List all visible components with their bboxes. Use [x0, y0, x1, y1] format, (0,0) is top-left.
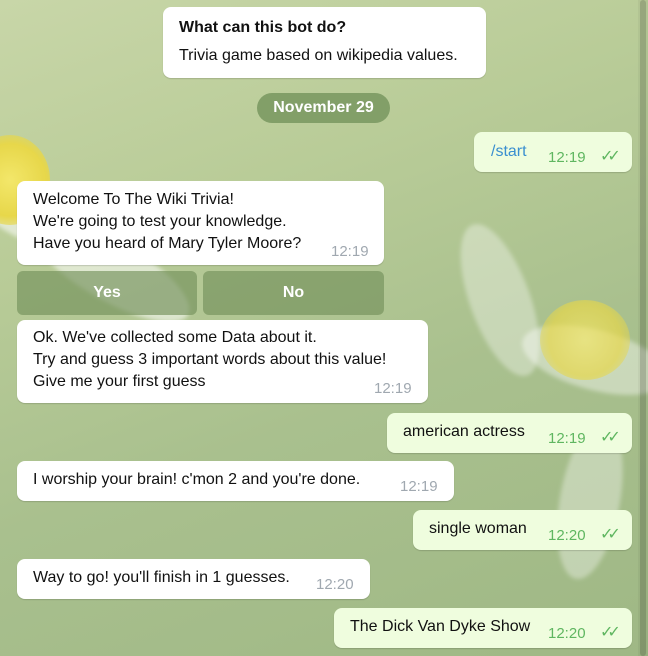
bot-info-description: Trivia game based on wikipedia values.: [179, 47, 458, 64]
keyboard-button-no[interactable]: No: [203, 271, 384, 315]
message-text: Welcome To The Wiki Trivia! We're going …: [33, 191, 302, 252]
message-time: 12:20: [548, 625, 586, 642]
message-time: 12:20: [548, 527, 586, 544]
message-outgoing: single woman 12:20 ✓✓: [413, 510, 632, 550]
message-text: american actress: [403, 423, 525, 440]
message-text: Way to go! you'll finish in 1 guesses.: [33, 569, 290, 586]
message-time: 12:19: [548, 149, 586, 166]
message-text: Ok. We've collected some Data about it. …: [33, 329, 387, 390]
message-incoming: Welcome To The Wiki Trivia! We're going …: [17, 181, 384, 265]
double-check-icon: ✓✓: [600, 429, 621, 446]
double-check-icon: ✓✓: [600, 526, 621, 543]
date-separator: November 29: [257, 93, 390, 123]
message-incoming: Ok. We've collected some Data about it. …: [17, 320, 428, 403]
message-time: 12:19: [331, 243, 369, 260]
message-incoming: I worship your brain! c'mon 2 and you're…: [17, 461, 454, 501]
message-outgoing: The Dick Van Dyke Show 12:20 ✓✓: [334, 608, 632, 648]
message-time: 12:19: [548, 430, 586, 447]
message-outgoing: american actress 12:19 ✓✓: [387, 413, 632, 453]
bot-command-link[interactable]: /start: [491, 141, 527, 163]
double-check-icon: ✓✓: [600, 624, 621, 641]
message-text: I worship your brain! c'mon 2 and you're…: [33, 471, 361, 488]
scrollbar-thumb[interactable]: [640, 0, 646, 656]
message-time: 12:19: [400, 478, 438, 495]
bot-info-title: What can this bot do?: [179, 19, 347, 36]
keyboard-button-yes[interactable]: Yes: [17, 271, 197, 315]
message-time: 12:20: [316, 576, 354, 593]
double-check-icon: ✓✓: [600, 148, 621, 165]
scrollbar[interactable]: [638, 0, 648, 656]
message-outgoing: /start 12:19 ✓✓: [474, 132, 632, 172]
message-time: 12:19: [374, 380, 412, 397]
message-incoming: Way to go! you'll finish in 1 guesses. 1…: [17, 559, 370, 599]
message-text: The Dick Van Dyke Show: [350, 618, 531, 635]
bot-info-card: What can this bot do? Trivia game based …: [163, 7, 486, 78]
message-text: single woman: [429, 520, 527, 537]
